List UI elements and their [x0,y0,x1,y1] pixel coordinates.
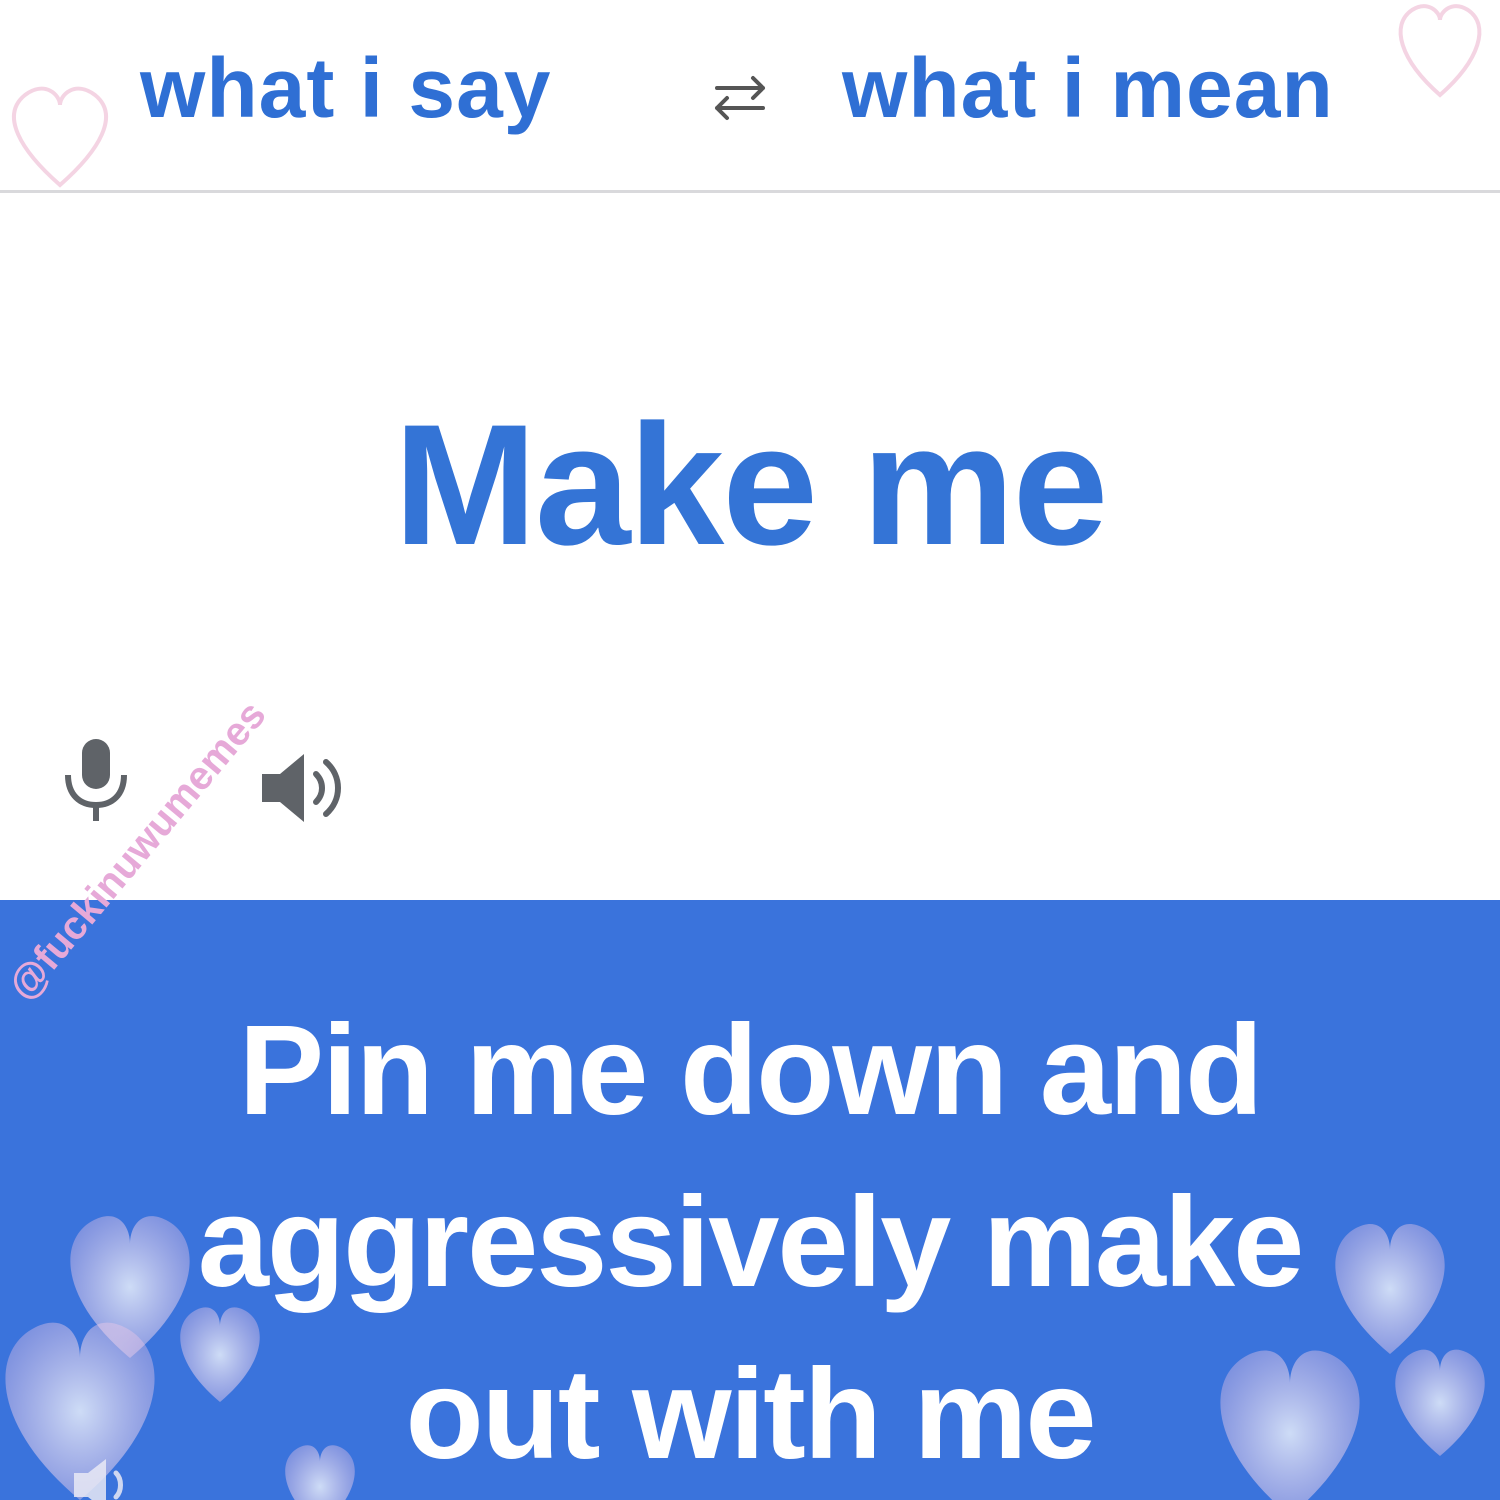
source-text[interactable]: Make me [0,395,1500,575]
translation-line: out with me [405,1343,1096,1486]
swap-arrows-icon[interactable] [705,72,775,122]
translation-result-area: Pin me down and aggressively make out wi… [0,900,1500,1500]
translation-line: aggressively make [197,1171,1305,1314]
translation-line: Pin me down and [238,999,1264,1142]
speaker-icon[interactable] [258,750,348,826]
language-bar: what i say what i mean [0,0,1500,193]
microphone-icon[interactable] [60,735,132,825]
source-language-button[interactable]: what i say [140,38,552,138]
translation-text: Pin me down and aggressively make out wi… [0,985,1500,1500]
target-language-button[interactable]: what i mean [842,38,1334,138]
speaker-icon[interactable] [70,1455,140,1500]
